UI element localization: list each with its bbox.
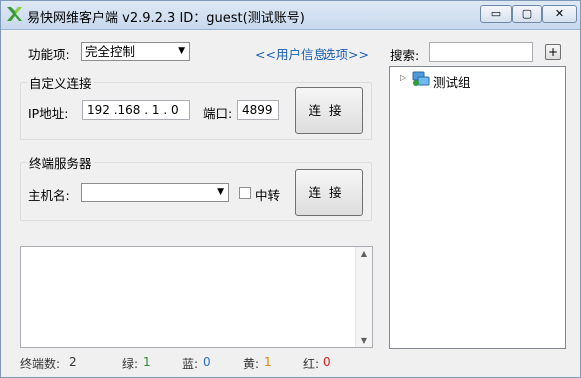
tree-item-test-group[interactable]: ▷ 测试组 bbox=[400, 71, 550, 90]
app-window: 易快网维客户端 v2.9.2.3 ID：guest(测试账号) ▭ ▢ ✕ 功能… bbox=[0, 0, 581, 378]
title-bar[interactable]: 易快网维客户端 v2.9.2.3 ID：guest(测试账号) ▭ ▢ ✕ bbox=[1, 1, 580, 30]
ip-address-input[interactable]: 192 .168 . 1 . 0 bbox=[82, 100, 190, 120]
red-count-value: 0 bbox=[323, 355, 331, 369]
custom-connect-button[interactable]: 连接 bbox=[295, 87, 363, 134]
relay-checkbox[interactable] bbox=[239, 187, 251, 199]
minimize-icon: ▭ bbox=[490, 7, 502, 20]
port-label: 端口: bbox=[203, 106, 233, 121]
app-logo-icon bbox=[7, 7, 22, 21]
add-button[interactable]: + bbox=[545, 44, 561, 60]
host-label: 主机名: bbox=[28, 188, 70, 203]
terminal-server-title: 终端服务器 bbox=[27, 153, 94, 172]
window-title: 易快网维客户端 v2.9.2.3 ID：guest(测试账号) bbox=[27, 11, 305, 26]
port-input[interactable]: 4899 bbox=[237, 100, 279, 120]
tree-expand-icon[interactable]: ▷ bbox=[400, 73, 406, 82]
relay-label: 中转 bbox=[255, 188, 281, 203]
user-info-link[interactable]: <<用户信息 bbox=[255, 44, 326, 63]
maximize-button[interactable]: ▢ bbox=[512, 5, 542, 23]
yellow-count-value: 1 bbox=[264, 355, 272, 369]
chevron-down-icon: ▼ bbox=[178, 46, 185, 56]
ip-label: IP地址: bbox=[28, 106, 69, 121]
computer-group-icon bbox=[412, 71, 430, 86]
function-select-value: 完全控制 bbox=[85, 44, 136, 59]
log-textarea[interactable]: ▲ ▼ bbox=[20, 246, 373, 348]
blue-count-value: 0 bbox=[203, 355, 211, 369]
chevron-down-icon: ▼ bbox=[217, 187, 224, 197]
search-input[interactable] bbox=[429, 42, 533, 62]
red-count-label: 红: bbox=[303, 357, 320, 371]
custom-connect-button-label: 连接 bbox=[308, 103, 350, 118]
log-scrollbar[interactable]: ▲ ▼ bbox=[355, 247, 372, 347]
function-select[interactable]: 完全控制 ▼ bbox=[81, 42, 190, 61]
terminal-count-value: 2 bbox=[69, 355, 77, 369]
close-button[interactable]: ✕ bbox=[542, 5, 577, 23]
tree-item-label: 测试组 bbox=[433, 75, 471, 90]
plus-icon: + bbox=[547, 45, 559, 59]
green-count-label: 绿: bbox=[122, 357, 139, 371]
blue-count-label: 蓝: bbox=[182, 357, 199, 371]
terminal-connect-button-label: 连接 bbox=[308, 185, 350, 200]
terminal-connect-button[interactable]: 连接 bbox=[295, 169, 363, 216]
green-count-value: 1 bbox=[143, 355, 151, 369]
terminal-count-label: 终端数: bbox=[20, 357, 61, 371]
minimize-button[interactable]: ▭ bbox=[480, 5, 512, 23]
search-label: 搜索: bbox=[390, 48, 420, 63]
scroll-down-icon[interactable]: ▼ bbox=[356, 336, 372, 345]
maximize-icon: ▢ bbox=[521, 7, 533, 20]
yellow-count-label: 黄: bbox=[243, 357, 260, 371]
close-icon: ✕ bbox=[554, 7, 565, 20]
options-link[interactable]: 选项>> bbox=[323, 44, 369, 63]
group-tree: ▷ 测试组 bbox=[389, 66, 566, 349]
host-select[interactable]: ▼ bbox=[81, 183, 229, 202]
scroll-up-icon[interactable]: ▲ bbox=[356, 249, 372, 258]
client-area: 功能项: 完全控制 ▼ <<用户信息 选项>> 自定义连接 IP地址: 192 … bbox=[1, 30, 580, 378]
function-label: 功能项: bbox=[28, 47, 70, 62]
custom-connect-title: 自定义连接 bbox=[27, 73, 94, 92]
